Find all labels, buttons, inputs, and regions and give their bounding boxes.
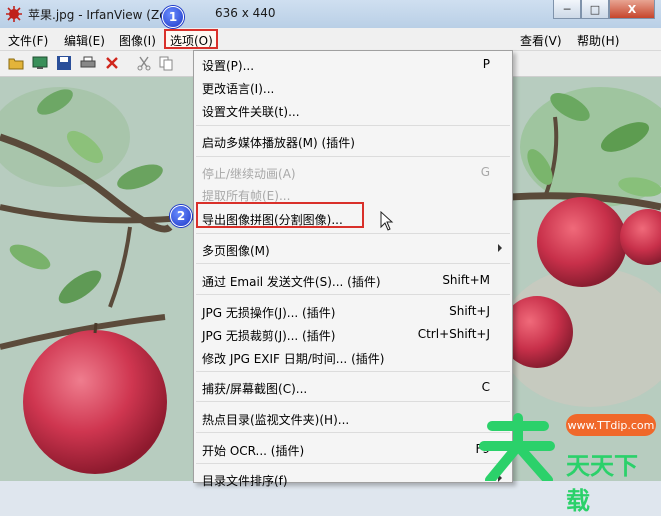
submenu-arrow-icon: [498, 244, 502, 252]
menu-item-shortcut: Shift+J: [449, 304, 490, 318]
menu-item-label: 通过 Email 发送文件(S)... (插件): [202, 275, 381, 289]
menu-separator: [196, 401, 510, 402]
menu-item-label: 修改 JPG EXIF 日期/时间... (插件): [202, 352, 385, 366]
options-dropdown-menu: 设置(P)... P 更改语言(I)... 设置文件关联(t)... 启动多媒体…: [193, 50, 513, 488]
mouse-cursor-icon: [380, 211, 394, 231]
menu-bar: 文件(F) 编辑(E) 图像(I): [0, 28, 661, 51]
menu-item-label: 多页图像(M): [202, 244, 270, 258]
copy-icon[interactable]: [158, 55, 174, 71]
menu-item-sort-files[interactable]: 目录文件排序(f): [194, 469, 512, 489]
menu-item-label: JPG 无损裁剪(J)... (插件): [202, 329, 336, 343]
window-title: 苹果.jpg - IrfanView (Zo: [28, 8, 167, 22]
menu-item-label: 捕获/屏幕截图(C)...: [202, 382, 308, 396]
menu-item-capture[interactable]: 捕获/屏幕截图(C)... C: [194, 377, 512, 397]
menu-item-jpg-lossless-crop[interactable]: JPG 无损裁剪(J)... (插件) Ctrl+Shift+J: [194, 324, 512, 344]
menu-item-shortcut: G: [480, 165, 490, 179]
menu-item-label: 更改语言(I)...: [202, 82, 275, 96]
menu-item-stop-animation: 停止/继续动画(A) G: [194, 162, 512, 182]
menu-separator: [196, 294, 510, 295]
step-badge-1: 1: [162, 6, 184, 28]
menu-options[interactable]: 选项(O): [170, 32, 213, 49]
menu-item-shortcut: Shift+M: [442, 273, 490, 287]
menu-item-label: 设置文件关联(t)...: [202, 105, 300, 119]
slideshow-icon[interactable]: [32, 55, 48, 71]
menu-item-label: 开始 OCR... (插件): [202, 444, 305, 458]
menu-item-extract-frames: 提取所有帧(E)...: [194, 184, 512, 204]
menu-item-hotfolder[interactable]: 热点目录(监视文件夹)(H)...: [194, 408, 512, 428]
menu-item-shortcut: C: [481, 380, 490, 394]
export-tiles-highlight: [196, 202, 364, 228]
menu-separator: [196, 233, 510, 234]
print-icon[interactable]: [80, 55, 96, 71]
menu-item-label: 热点目录(监视文件夹)(H)...: [202, 413, 350, 427]
step-badge-2: 2: [170, 205, 192, 227]
menu-item-settings[interactable]: 设置(P)... P: [194, 54, 512, 74]
menu-item-modify-exif[interactable]: 修改 JPG EXIF 日期/时间... (插件): [194, 347, 512, 367]
menu-item-label: 设置(P)...: [202, 59, 255, 73]
watermark-url: www.TTdip.com: [566, 414, 656, 436]
menu-item-send-email[interactable]: 通过 Email 发送文件(S)... (插件) Shift+M: [194, 270, 512, 290]
menu-view[interactable]: 查看(V): [520, 32, 562, 49]
menu-help[interactable]: 帮助(H): [577, 32, 619, 49]
minimize-icon: ─: [563, 2, 571, 16]
maximize-icon: □: [589, 2, 601, 16]
menu-separator: [196, 371, 510, 372]
close-icon: X: [627, 2, 637, 16]
menu-edit[interactable]: 编辑(E): [64, 32, 105, 49]
minimize-button[interactable]: ─: [553, 0, 581, 19]
watermark-text: 天天下载: [566, 452, 638, 515]
menu-item-media-player[interactable]: 启动多媒体播放器(M) (插件): [194, 131, 512, 151]
menu-item-file-associations[interactable]: 设置文件关联(t)...: [194, 100, 512, 120]
menu-file[interactable]: 文件(F): [8, 32, 48, 49]
menu-separator: [196, 156, 510, 157]
menu-item-label: 启动多媒体播放器(M) (插件): [202, 136, 355, 150]
window-title-dimensions: 636 x 440: [215, 6, 276, 20]
menu-image[interactable]: 图像(I): [119, 32, 156, 49]
menu-item-start-ocr[interactable]: 开始 OCR... (插件) F9: [194, 439, 512, 459]
irfanview-app-icon[interactable]: [5, 5, 23, 23]
menu-separator: [196, 463, 510, 464]
menu-item-label: 停止/继续动画(A): [202, 167, 296, 181]
delete-icon[interactable]: [104, 55, 120, 71]
cut-icon[interactable]: [136, 55, 152, 71]
menu-item-shortcut: Ctrl+Shift+J: [417, 327, 490, 341]
save-icon[interactable]: [56, 55, 72, 71]
menu-item-label: JPG 无损操作(J)... (插件): [202, 306, 336, 320]
maximize-button[interactable]: □: [581, 0, 609, 19]
close-button[interactable]: X: [609, 0, 655, 19]
menu-separator: [196, 263, 510, 264]
menu-item-jpg-lossless-ops[interactable]: JPG 无损操作(J)... (插件) Shift+J: [194, 301, 512, 321]
title-bar: 苹果.jpg - IrfanView (Zo 636 x 440 ─ □ X: [0, 0, 661, 29]
menu-item-change-language[interactable]: 更改语言(I)...: [194, 77, 512, 97]
menu-separator: [196, 125, 510, 126]
menu-separator: [196, 432, 510, 433]
menu-item-multipage-images[interactable]: 多页图像(M): [194, 239, 512, 259]
menu-item-shortcut: P: [482, 57, 490, 71]
open-folder-icon[interactable]: [8, 55, 24, 71]
